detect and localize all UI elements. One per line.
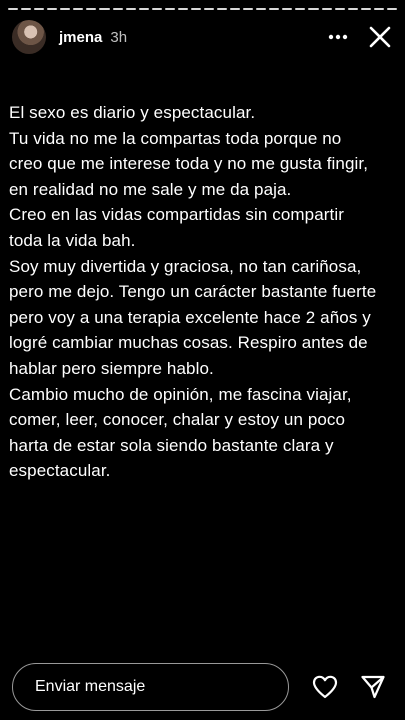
- story-line: Creo en las vidas compartidas sin compar…: [9, 205, 344, 225]
- progress-segment: [21, 8, 32, 10]
- story-line: espectacular.: [9, 461, 111, 481]
- progress-segment: [256, 8, 267, 10]
- story-line: Cambio mucho de opinión, me fascina viaj…: [9, 384, 352, 404]
- progress-segment: [190, 8, 201, 10]
- more-options-button[interactable]: [323, 22, 353, 52]
- progress-segment: [282, 8, 293, 10]
- progress-segment: [34, 8, 45, 10]
- story-line: logré cambiar muchas cosas. Respiro ante…: [9, 333, 368, 353]
- send-button[interactable]: [359, 673, 387, 701]
- progress-segment: [217, 8, 228, 10]
- story-line: toda la vida bah.: [9, 230, 136, 250]
- progress-segment: [386, 8, 397, 10]
- story-line: hablar pero siempre hablo.: [9, 358, 214, 378]
- progress-segment: [321, 8, 332, 10]
- progress-segment: [86, 8, 97, 10]
- progress-segment: [8, 8, 19, 10]
- progress-segment: [73, 8, 84, 10]
- message-input[interactable]: [12, 663, 289, 711]
- progress-segment: [164, 8, 175, 10]
- progress-segment: [308, 8, 319, 10]
- like-button[interactable]: [311, 673, 339, 701]
- progress-segment: [347, 8, 358, 10]
- progress-segment: [230, 8, 241, 10]
- progress-segment: [47, 8, 58, 10]
- progress-segment: [295, 8, 306, 10]
- username[interactable]: jmena: [59, 29, 102, 46]
- close-icon: [369, 26, 391, 48]
- story-progress-bar: [8, 8, 397, 10]
- avatar[interactable]: [12, 20, 46, 54]
- story-line: en realidad no me sale y me da paja.: [9, 179, 292, 199]
- progress-segment: [60, 8, 71, 10]
- story-line: creo que me interese toda y no me gusta …: [9, 154, 369, 174]
- send-icon: [361, 675, 385, 699]
- heart-icon: [312, 675, 338, 699]
- progress-segment: [151, 8, 162, 10]
- story-header: jmena 3h: [12, 18, 395, 56]
- progress-segment: [125, 8, 136, 10]
- progress-segment: [203, 8, 214, 10]
- progress-segment: [243, 8, 254, 10]
- progress-segment: [373, 8, 384, 10]
- progress-segment: [99, 8, 110, 10]
- story-line: Soy muy divertida y graciosa, no tan car…: [9, 256, 362, 276]
- progress-segment: [112, 8, 123, 10]
- progress-segment: [177, 8, 188, 10]
- more-horizontal-icon: [328, 34, 348, 40]
- progress-segment: [334, 8, 345, 10]
- story-text: El sexo es diario y espectacular. Tu vid…: [9, 100, 393, 484]
- story-footer: [12, 663, 391, 711]
- post-time: 3h: [110, 28, 128, 46]
- progress-segment: [269, 8, 280, 10]
- story-line: pero voy a una terapia excelente hace 2 …: [9, 307, 371, 327]
- close-button[interactable]: [365, 22, 395, 52]
- story-line: pero me dejo. Tengo un carácter bastante…: [9, 282, 377, 302]
- story-line: Tu vida no me la compartas toda porque n…: [9, 128, 342, 148]
- progress-segment: [138, 8, 149, 10]
- story-line: comer, leer, conocer, chalar y estoy un …: [9, 410, 346, 430]
- story-line: El sexo es diario y espectacular.: [9, 103, 256, 122]
- story-line: harta de estar sola siendo bastante clar…: [9, 435, 334, 455]
- progress-segment: [360, 8, 371, 10]
